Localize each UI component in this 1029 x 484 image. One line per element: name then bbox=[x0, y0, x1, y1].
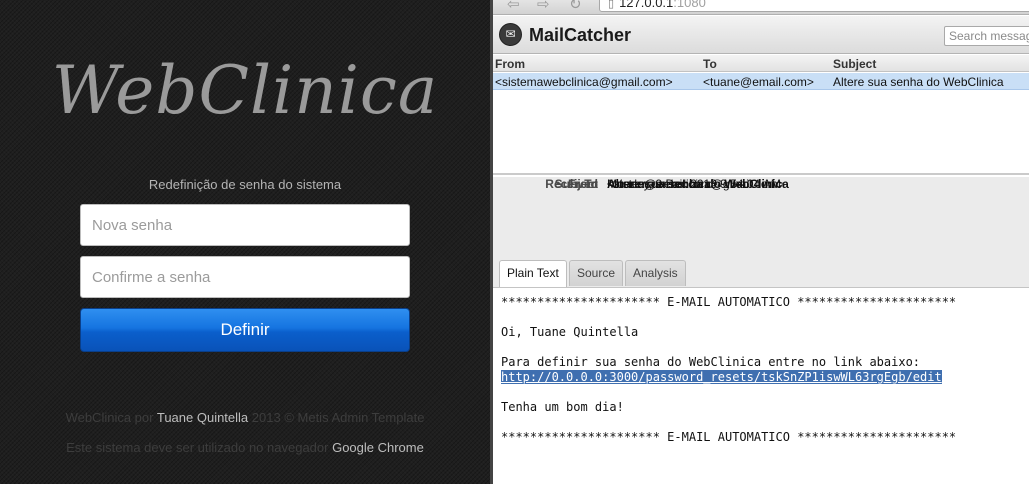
address-bar[interactable]: ▯ 127.0.0.1:1080 bbox=[599, 0, 1029, 12]
page-icon: ▯ bbox=[608, 0, 615, 10]
body-greeting: Oi, Tuane Quintella bbox=[501, 325, 639, 339]
browser-notice-text: Este sistema deve ser utilizado no naveg… bbox=[66, 440, 333, 455]
define-password-button[interactable]: Definir bbox=[80, 308, 410, 352]
url-port: :1080 bbox=[673, 0, 706, 10]
message-list-header: From To Subject bbox=[493, 55, 1029, 72]
app-title: MailCatcher bbox=[529, 25, 632, 45]
search-input[interactable] bbox=[944, 26, 1029, 46]
body-closing: Tenha um bom dia! bbox=[501, 400, 624, 414]
column-header-subject[interactable]: Subject bbox=[833, 57, 876, 71]
confirm-password-field[interactable] bbox=[80, 256, 410, 298]
message-list-empty-area bbox=[493, 91, 1029, 175]
column-header-to[interactable]: To bbox=[703, 57, 717, 71]
tab-analysis[interactable]: Analysis bbox=[625, 260, 686, 286]
message-from: <sistemawebclinica@gmail.com> bbox=[495, 75, 673, 89]
webclinica-logo-title: WebClinica bbox=[51, 52, 439, 129]
body-reset-link-line: http://0.0.0.0:3000/password_resets/tskS… bbox=[501, 370, 942, 384]
body-instruction: Para definir sua senha do WebClinica ent… bbox=[501, 355, 921, 369]
mailcatcher-header: ✉ MailCatcher bbox=[493, 16, 1029, 54]
password-reset-link[interactable]: http://0.0.0.0:3000/password_resets/tskS… bbox=[501, 370, 942, 384]
subject-value: Altere sua senha do WebClinica bbox=[607, 177, 789, 191]
footer-credits-prefix: WebClinica por bbox=[65, 410, 157, 425]
subject-label: Subject bbox=[554, 177, 598, 191]
body-banner-top: ********************** E-MAIL AUTOMATICO… bbox=[501, 295, 957, 309]
back-arrow-icon[interactable]: ⇦ bbox=[507, 0, 520, 13]
browser-toolbar: ⇦ ⇨ ↻ ▯ 127.0.0.1:1080 bbox=[493, 0, 1029, 15]
author-link[interactable]: Tuane Quintella bbox=[157, 410, 248, 425]
new-password-field[interactable] bbox=[80, 204, 410, 246]
footer-browser-notice: Este sistema deve ser utilizado no naveg… bbox=[0, 440, 490, 455]
reload-icon[interactable]: ↻ bbox=[569, 0, 582, 13]
tab-source[interactable]: Source bbox=[569, 260, 624, 286]
page-subtitle: Redefinição de senha do sistema bbox=[148, 177, 342, 192]
message-body: ********************** E-MAIL AUTOMATICO… bbox=[493, 287, 1029, 484]
message-to: <tuane@email.com> bbox=[703, 75, 814, 89]
body-banner-bottom: ********************** E-MAIL AUTOMATICO… bbox=[501, 430, 957, 444]
column-header-from[interactable]: From bbox=[495, 57, 525, 71]
tab-plain-text[interactable]: Plain Text bbox=[499, 260, 567, 287]
footer-credits-suffix: 2013 © Metis Admin Template bbox=[248, 410, 425, 425]
mailcatcher-logo-icon: ✉ bbox=[499, 23, 522, 46]
message-subject: Altere sua senha do WebClinica bbox=[833, 75, 1004, 89]
url-host: 127.0.0.1 bbox=[619, 0, 674, 10]
forward-arrow-icon[interactable]: ⇨ bbox=[537, 0, 550, 13]
footer-credits: WebClinica por Tuane Quintella 2013 © Me… bbox=[0, 410, 490, 425]
message-detail-header: Received Monday, 9 Dec 2013 9:54:04 AM F… bbox=[493, 177, 1029, 287]
message-row[interactable]: <sistemawebclinica@gmail.com> <tuane@ema… bbox=[493, 73, 1029, 90]
webclinica-panel: WebClinica Redefinição de senha do siste… bbox=[0, 0, 490, 484]
browser-name-link[interactable]: Google Chrome bbox=[332, 440, 424, 455]
mailcatcher-window: ⇦ ⇨ ↻ ▯ 127.0.0.1:1080 ✉ MailCatcher From… bbox=[493, 0, 1029, 484]
